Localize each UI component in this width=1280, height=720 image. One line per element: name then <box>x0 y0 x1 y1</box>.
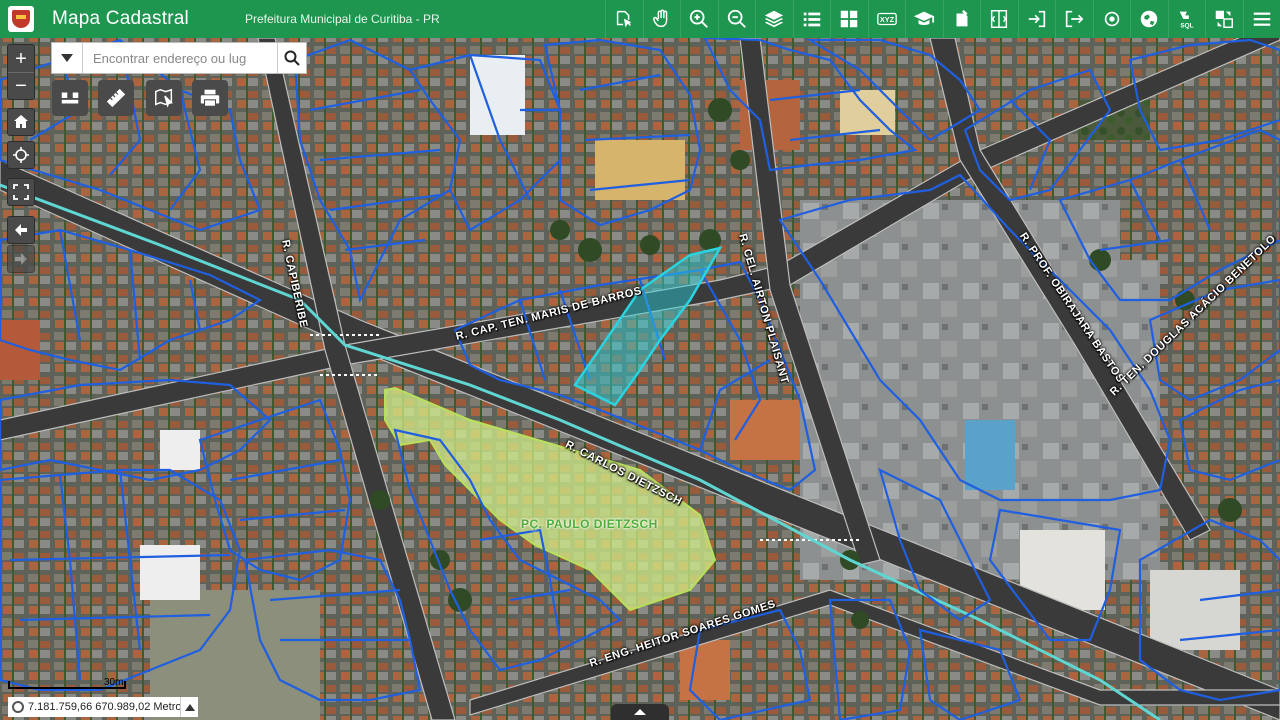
coordinate-readout: 7.181.759,66 670.989,02 Metros <box>8 697 192 717</box>
education-icon[interactable] <box>905 0 943 38</box>
scale-label: 30m <box>104 677 124 688</box>
menu-icon[interactable] <box>1242 0 1280 38</box>
logout-icon[interactable] <box>1055 0 1093 38</box>
layers-icon[interactable] <box>755 0 793 38</box>
map-imagery <box>0 38 1280 720</box>
zoom-in-icon[interactable] <box>680 0 718 38</box>
search-source-dropdown[interactable] <box>52 43 83 73</box>
attribute-panel-toggle[interactable] <box>611 704 669 720</box>
print-button[interactable] <box>192 80 228 116</box>
search-icon <box>284 50 300 66</box>
list-icon[interactable] <box>792 0 831 38</box>
app-title: Mapa Cadastral <box>52 8 189 29</box>
toolbar: XYZ SQL <box>605 0 1280 38</box>
locate-icon <box>13 147 29 163</box>
arrow-left-icon <box>15 224 27 236</box>
city-logo <box>8 6 34 32</box>
printer-icon <box>200 89 220 107</box>
map-view[interactable]: R. CAPIBERIBE R. CAP. TEN. MARIS DE BARR… <box>0 38 1280 720</box>
sql-icon[interactable]: SQL <box>1167 0 1206 38</box>
home-button[interactable] <box>7 108 35 136</box>
zoom-out-button[interactable]: − <box>8 72 34 99</box>
draw-tool-button[interactable] <box>52 80 88 116</box>
grid-icon[interactable] <box>830 0 868 38</box>
arrow-right-icon <box>15 253 27 265</box>
zoom-in-button[interactable]: + <box>8 45 34 72</box>
xyz-icon[interactable]: XYZ <box>867 0 906 38</box>
svg-text:XYZ: XYZ <box>880 15 895 24</box>
locate-button[interactable] <box>7 141 35 169</box>
swap-icon[interactable] <box>1205 0 1243 38</box>
coordinate-icon <box>12 701 24 713</box>
identify-icon[interactable] <box>605 0 643 38</box>
coordinate-toggle-button[interactable] <box>180 697 198 717</box>
measure-doc-icon[interactable] <box>942 0 981 38</box>
toolbox-icon <box>61 92 79 104</box>
fullscreen-button[interactable] <box>7 178 35 206</box>
home-icon <box>14 115 28 128</box>
zoom-control: + − <box>7 44 35 100</box>
app-subtitle: Prefeitura Municipal de Curitiba - PR <box>244 12 440 26</box>
search-button[interactable] <box>277 43 306 73</box>
select-parcel-button[interactable] <box>146 80 182 116</box>
login-icon[interactable] <box>1017 0 1056 38</box>
pan-hand-icon[interactable] <box>642 0 681 38</box>
fullscreen-icon <box>13 184 29 200</box>
search-input[interactable] <box>83 43 277 73</box>
chevron-down-icon <box>61 54 73 62</box>
split-view-icon[interactable] <box>980 0 1018 38</box>
forward-extent-button[interactable] <box>7 245 35 273</box>
app-header: Mapa Cadastral Prefeitura Municipal de C… <box>0 0 1280 38</box>
zoom-out-icon[interactable] <box>717 0 756 38</box>
measure-button[interactable] <box>98 80 134 116</box>
park-label: PÇ. PAULO DIETZSCH <box>521 517 658 531</box>
map-globe-icon[interactable] <box>1130 0 1168 38</box>
target-icon[interactable] <box>1092 0 1131 38</box>
ruler-icon <box>106 88 126 108</box>
svg-text:SQL: SQL <box>1180 22 1193 29</box>
select-map-icon <box>155 88 174 108</box>
coordinate-text: 7.181.759,66 670.989,02 Metros <box>28 701 188 713</box>
chevron-up-icon <box>184 703 195 711</box>
search-bar <box>51 42 307 74</box>
back-extent-button[interactable] <box>7 216 35 244</box>
